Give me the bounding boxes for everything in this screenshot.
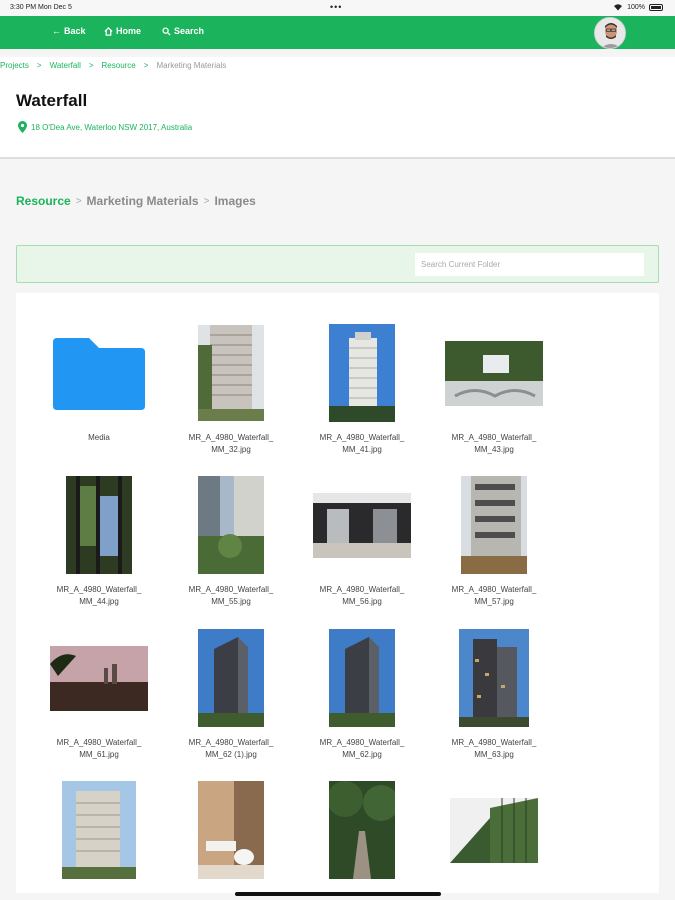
- file-name-line1: MR_A_4980_Waterfall_: [319, 585, 405, 594]
- file-tile[interactable]: MR_A_4980_Waterfall_ MM_63.jpg: [429, 628, 559, 761]
- wifi-icon: [614, 4, 623, 11]
- battery-percent: 100%: [627, 3, 645, 11]
- file-tile[interactable]: MR_A_4980_Waterfall_ MM_44.jpg: [34, 475, 164, 608]
- status-indicators: 100%: [613, 3, 663, 11]
- image-thumbnail: [198, 629, 264, 727]
- file-name-line2: MM_55.jpg: [211, 597, 251, 606]
- file-tile[interactable]: MR_A_4980_Waterfall_ MM_62 (1).jpg: [166, 628, 296, 761]
- status-time: 3:30 PM Mon Dec 5: [10, 4, 72, 11]
- image-thumbnail: [198, 325, 264, 421]
- file-name-line1: MR_A_4980_Waterfall_: [451, 738, 537, 747]
- user-photo-icon: [595, 18, 625, 48]
- folder-path-resource[interactable]: Resource: [16, 194, 71, 208]
- image-thumbnail: [198, 476, 264, 574]
- breadcrumb-separator: >: [88, 60, 94, 70]
- home-indicator[interactable]: [235, 892, 441, 896]
- file-name-line1: MR_A_4980_Waterfall_: [188, 738, 274, 747]
- image-thumbnail: [461, 476, 527, 574]
- image-thumbnail: [445, 340, 543, 406]
- file-tile[interactable]: MR_A_4980_Waterfall_ MM_41.jpg: [297, 323, 427, 456]
- search-current-folder-input[interactable]: [415, 253, 644, 276]
- file-tile[interactable]: MR_A_4980_Waterfall_ MM_57.jpg: [429, 475, 559, 608]
- search-label: Search: [174, 26, 205, 36]
- file-tile[interactable]: [34, 780, 164, 889]
- folder-path-separator: >: [75, 195, 82, 207]
- image-thumbnail: [62, 781, 136, 879]
- file-name-line1: MR_A_4980_Waterfall_: [56, 585, 142, 594]
- file-name-line2: MM_44.jpg: [79, 597, 119, 606]
- page-title: Waterfall: [16, 91, 88, 110]
- image-thumbnail: [459, 629, 529, 727]
- file-name-line1: MR_A_4980_Waterfall_: [188, 433, 274, 442]
- file-name-line1: MR_A_4980_Waterfall_: [451, 585, 537, 594]
- search-icon: [162, 26, 171, 36]
- search-panel: [16, 245, 659, 283]
- image-thumbnail: [329, 324, 395, 422]
- image-thumbnail: [313, 492, 411, 558]
- folder-tile-media[interactable]: Media: [34, 323, 164, 444]
- status-bar: 3:30 PM Mon Dec 5 ••• 100%: [0, 0, 675, 16]
- file-tile[interactable]: [297, 780, 427, 889]
- user-avatar[interactable]: [594, 17, 626, 49]
- file-grid: Media MR_A_4980_Waterfall_ MM_32.jpg MR_…: [16, 293, 659, 893]
- top-navigation-bar: ← Back Home Search: [0, 16, 675, 49]
- multitask-dots-icon[interactable]: •••: [330, 2, 342, 12]
- breadcrumb-separator: >: [36, 60, 42, 70]
- folder-path-separator: >: [203, 195, 210, 207]
- folder-path: Resource > Marketing Materials > Images: [16, 194, 256, 208]
- file-name-line2: MM_57.jpg: [474, 597, 514, 606]
- breadcrumb-waterfall[interactable]: Waterfall: [50, 61, 81, 70]
- search-button[interactable]: Search: [162, 26, 204, 36]
- file-name: Media: [88, 433, 110, 442]
- back-label: Back: [64, 26, 86, 36]
- image-thumbnail: [50, 645, 148, 711]
- file-name-line1: MR_A_4980_Waterfall_: [319, 738, 405, 747]
- file-tile[interactable]: MR_A_4980_Waterfall_ MM_55.jpg: [166, 475, 296, 608]
- project-address[interactable]: 18 O'Dea Ave, Waterloo NSW 2017, Austral…: [18, 121, 192, 133]
- file-name-line2: MM_56.jpg: [342, 597, 382, 606]
- image-thumbnail: [450, 797, 538, 863]
- file-name-line2: MM_41.jpg: [342, 445, 382, 454]
- image-thumbnail: [329, 781, 395, 879]
- file-tile[interactable]: [429, 780, 559, 889]
- image-thumbnail: [198, 781, 264, 879]
- file-name-line2: MM_32.jpg: [211, 445, 251, 454]
- folder-icon: [53, 338, 145, 410]
- project-header: Waterfall 18 O'Dea Ave, Waterloo NSW 201…: [0, 73, 675, 159]
- file-name-line1: MR_A_4980_Waterfall_: [319, 433, 405, 442]
- address-text: 18 O'Dea Ave, Waterloo NSW 2017, Austral…: [31, 122, 193, 132]
- home-label: Home: [116, 26, 142, 36]
- file-tile[interactable]: [166, 780, 296, 889]
- home-icon: [104, 26, 113, 36]
- file-name-line2: MM_61.jpg: [79, 750, 119, 759]
- file-name-line1: MR_A_4980_Waterfall_: [451, 433, 537, 442]
- file-name-line2: MM_63.jpg: [474, 750, 514, 759]
- folder-path-images: Images: [214, 194, 256, 208]
- file-name-line1: MR_A_4980_Waterfall_: [56, 738, 142, 747]
- back-button[interactable]: ← Back: [52, 26, 86, 36]
- arrow-left-icon: ←: [52, 26, 61, 36]
- breadcrumb-resource[interactable]: Resource: [102, 61, 136, 70]
- breadcrumb: Projects > Waterfall > Resource > Market…: [0, 57, 675, 73]
- image-thumbnail: [66, 476, 132, 574]
- map-pin-icon: [18, 121, 27, 133]
- breadcrumb-current: Marketing Materials: [156, 60, 227, 70]
- file-name-line1: MR_A_4980_Waterfall_: [188, 585, 274, 594]
- home-button[interactable]: Home: [104, 26, 141, 36]
- file-tile[interactable]: MR_A_4980_Waterfall_ MM_62.jpg: [297, 628, 427, 761]
- file-tile[interactable]: MR_A_4980_Waterfall_ MM_61.jpg: [34, 628, 164, 761]
- breadcrumb-projects[interactable]: Projects: [0, 61, 29, 70]
- image-thumbnail: [329, 629, 395, 727]
- battery-icon: [649, 3, 663, 11]
- breadcrumb-separator: >: [143, 60, 149, 70]
- file-name-line2: MM_62 (1).jpg: [205, 750, 257, 759]
- file-tile[interactable]: MR_A_4980_Waterfall_ MM_56.jpg: [297, 475, 427, 608]
- folder-path-marketing-materials[interactable]: Marketing Materials: [87, 194, 199, 208]
- file-name-line2: MM_43.jpg: [474, 445, 514, 454]
- file-tile[interactable]: MR_A_4980_Waterfall_ MM_43.jpg: [429, 323, 559, 456]
- file-name-line2: MM_62.jpg: [342, 750, 382, 759]
- file-tile[interactable]: MR_A_4980_Waterfall_ MM_32.jpg: [166, 323, 296, 456]
